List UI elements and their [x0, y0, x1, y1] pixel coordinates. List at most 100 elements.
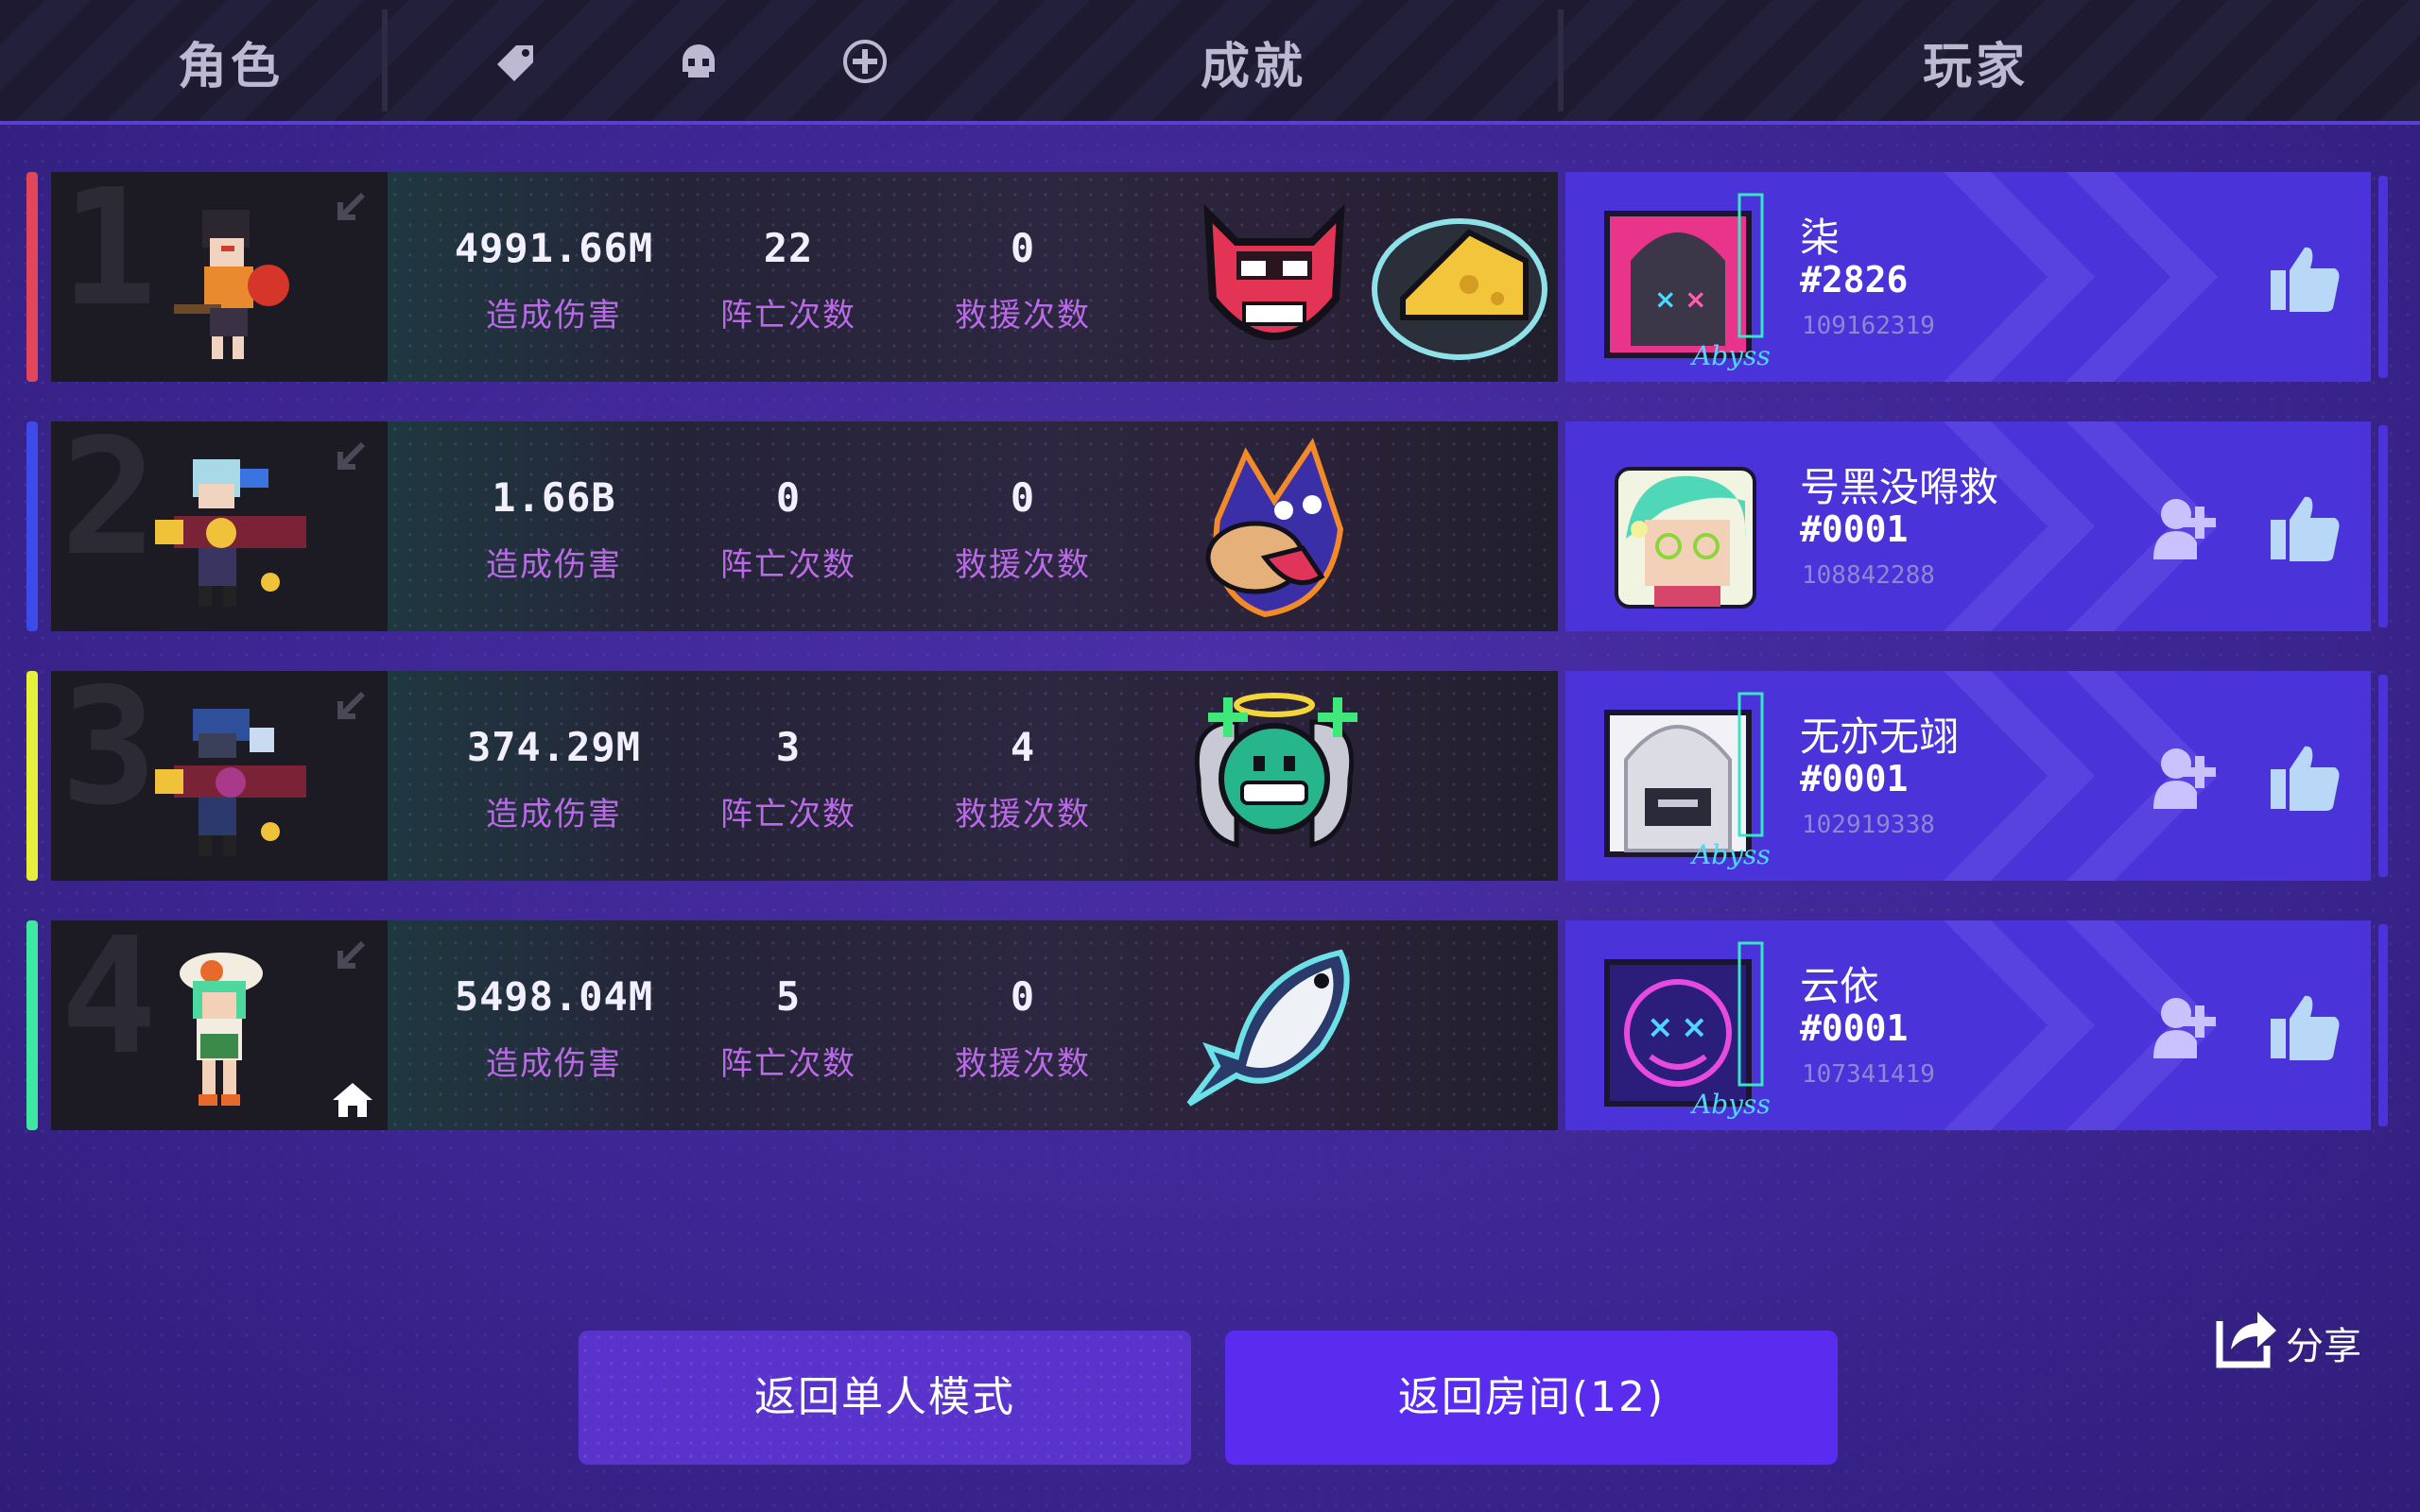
- damage-stat: 5498.04M 造成伤害: [441, 920, 667, 1130]
- thumbs-up-icon[interactable]: [2267, 990, 2342, 1062]
- devil-mask-badge[interactable]: [1180, 185, 1369, 374]
- damage-value: 374.29M: [466, 724, 641, 770]
- player-avatar[interactable]: Abyss: [1579, 684, 1777, 873]
- angel-smile-badge[interactable]: [1180, 684, 1369, 873]
- player-id: 102919338: [1802, 811, 1935, 839]
- deaths-value: 22: [763, 225, 814, 271]
- return-single-mode-button[interactable]: 返回单人模式: [579, 1331, 1191, 1465]
- rescues-label: 救援次数: [955, 796, 1091, 833]
- damage-value: 5498.04M: [454, 973, 654, 1020]
- svg-text:Abyss: Abyss: [1689, 839, 1771, 870]
- share-icon: [2216, 1312, 2276, 1368]
- expand-arrow-icon[interactable]: [327, 934, 372, 979]
- player-row-4: 4 5498.04M 造成伤害 5 阵亡次数 0 救援次数 × × Abyss …: [26, 920, 2390, 1134]
- rescues-label: 救援次数: [955, 1045, 1091, 1083]
- add-friend-icon[interactable]: [2148, 493, 2220, 561]
- player-card[interactable]: × × Abyss 云依 #0001 107341419: [1565, 920, 2371, 1130]
- rescues-stat: 0 救援次数: [909, 920, 1136, 1130]
- expand-arrow-icon[interactable]: [327, 684, 372, 730]
- return-room-button[interactable]: 返回房间(12): [1225, 1331, 1838, 1465]
- player-name: 柒: [1800, 215, 1841, 261]
- row-accent-bar: [26, 421, 38, 631]
- player-avatar[interactable]: × × Abyss: [1579, 185, 1777, 374]
- rescues-stat: 0 救援次数: [909, 421, 1136, 631]
- character-cell[interactable]: 3: [51, 671, 388, 881]
- player-row-2: 2 1.66B 造成伤害 0 阵亡次数 0 救援次数 号黑没嘚救 #0001 1…: [26, 421, 2390, 635]
- player-card[interactable]: × × Abyss 柒 #2826 109162319: [1565, 172, 2371, 382]
- header-role-label: 角色: [178, 39, 285, 95]
- player-name: 无亦无翊: [1800, 713, 1960, 760]
- row-accent-bar: [26, 671, 38, 881]
- chevron-decoration: [1944, 172, 2218, 382]
- expand-arrow-icon[interactable]: [327, 185, 372, 231]
- thumbs-up-icon[interactable]: [2267, 242, 2342, 314]
- cheese-badge[interactable]: [1365, 185, 1554, 374]
- stats-cell: 5498.04M 造成伤害 5 阵亡次数 0 救援次数: [388, 920, 1558, 1130]
- player-card[interactable]: 号黑没嘚救 #0001 108842288: [1565, 421, 2371, 631]
- damage-label: 造成伤害: [486, 1045, 622, 1083]
- deaths-label: 阵亡次数: [720, 1045, 856, 1083]
- fish-badge[interactable]: [1180, 934, 1369, 1123]
- player-avatar[interactable]: × × Abyss: [1579, 934, 1777, 1123]
- player-avatar[interactable]: [1579, 435, 1777, 624]
- tag-icon[interactable]: [492, 38, 539, 85]
- svg-text:Abyss: Abyss: [1689, 1089, 1771, 1120]
- rescues-value: 0: [1010, 474, 1036, 521]
- player-row-3: 3 374.29M 造成伤害 3 阵亡次数 4 救援次数 Abyss 无亦无翊 …: [26, 671, 2390, 885]
- expand-arrow-icon[interactable]: [327, 435, 372, 480]
- deaths-label: 阵亡次数: [720, 796, 856, 833]
- character-sprite: [174, 210, 289, 359]
- svg-text:×: ×: [1685, 284, 1706, 315]
- thumbs-up-icon[interactable]: [2267, 491, 2342, 563]
- character-cell[interactable]: 4: [51, 920, 388, 1130]
- rescues-value: 4: [1010, 724, 1036, 770]
- svg-text:×: ×: [1654, 284, 1676, 315]
- player-card[interactable]: Abyss 无亦无翊 #0001 102919338: [1565, 671, 2371, 881]
- player-tag: #0001: [1800, 1007, 1909, 1049]
- damage-label: 造成伤害: [486, 546, 622, 584]
- deaths-stat: 0 阵亡次数: [675, 421, 902, 631]
- character-cell[interactable]: 1: [51, 172, 388, 382]
- character-sprite: [155, 459, 306, 607]
- header-divider: [1558, 9, 1564, 112]
- damage-value: 1.66B: [492, 474, 616, 521]
- wolf-badge[interactable]: [1180, 435, 1369, 624]
- deaths-value: 0: [775, 474, 802, 521]
- damage-label: 造成伤害: [486, 796, 622, 833]
- deaths-value: 3: [775, 724, 802, 770]
- damage-stat: 374.29M 造成伤害: [441, 671, 667, 881]
- results-header: 角色 成就 玩家: [0, 0, 2420, 125]
- damage-label: 造成伤害: [486, 297, 622, 335]
- row-right-edge: [2378, 675, 2388, 877]
- header-achievement-label: 成就: [1201, 39, 1307, 95]
- player-tag: #0001: [1800, 508, 1909, 550]
- damage-stat: 1.66B 造成伤害: [441, 421, 667, 631]
- stats-cell: 1.66B 造成伤害 0 阵亡次数 0 救援次数: [388, 421, 1558, 631]
- player-id: 108842288: [1802, 561, 1935, 590]
- host-home-icon: [333, 1083, 372, 1117]
- row-right-edge: [2378, 924, 2388, 1126]
- skull-icon[interactable]: [675, 38, 722, 85]
- player-name: 号黑没嘚救: [1800, 464, 1999, 510]
- player-id: 107341419: [1802, 1060, 1935, 1089]
- share-button[interactable]: 分享: [2212, 1302, 2382, 1374]
- svg-text:×: ×: [1681, 1008, 1708, 1046]
- rescues-value: 0: [1010, 225, 1036, 271]
- share-label: 分享: [2286, 1325, 2361, 1368]
- row-accent-bar: [26, 172, 38, 382]
- character-cell[interactable]: 2: [51, 421, 388, 631]
- heal-icon[interactable]: [841, 38, 889, 85]
- row-right-edge: [2378, 425, 2388, 627]
- player-id: 109162319: [1802, 312, 1935, 340]
- thumbs-up-icon[interactable]: [2267, 741, 2342, 813]
- rescues-stat: 0 救援次数: [909, 172, 1136, 382]
- return-room-label: 返回房间(12): [1397, 1373, 1666, 1421]
- deaths-value: 5: [775, 973, 802, 1020]
- add-friend-icon[interactable]: [2148, 992, 2220, 1060]
- svg-text:×: ×: [1647, 1008, 1674, 1046]
- svg-text:Abyss: Abyss: [1689, 340, 1771, 371]
- rescues-label: 救援次数: [955, 546, 1091, 584]
- add-friend-icon[interactable]: [2148, 743, 2220, 811]
- player-name: 云依: [1800, 963, 1880, 1009]
- player-tag: #2826: [1800, 259, 1909, 301]
